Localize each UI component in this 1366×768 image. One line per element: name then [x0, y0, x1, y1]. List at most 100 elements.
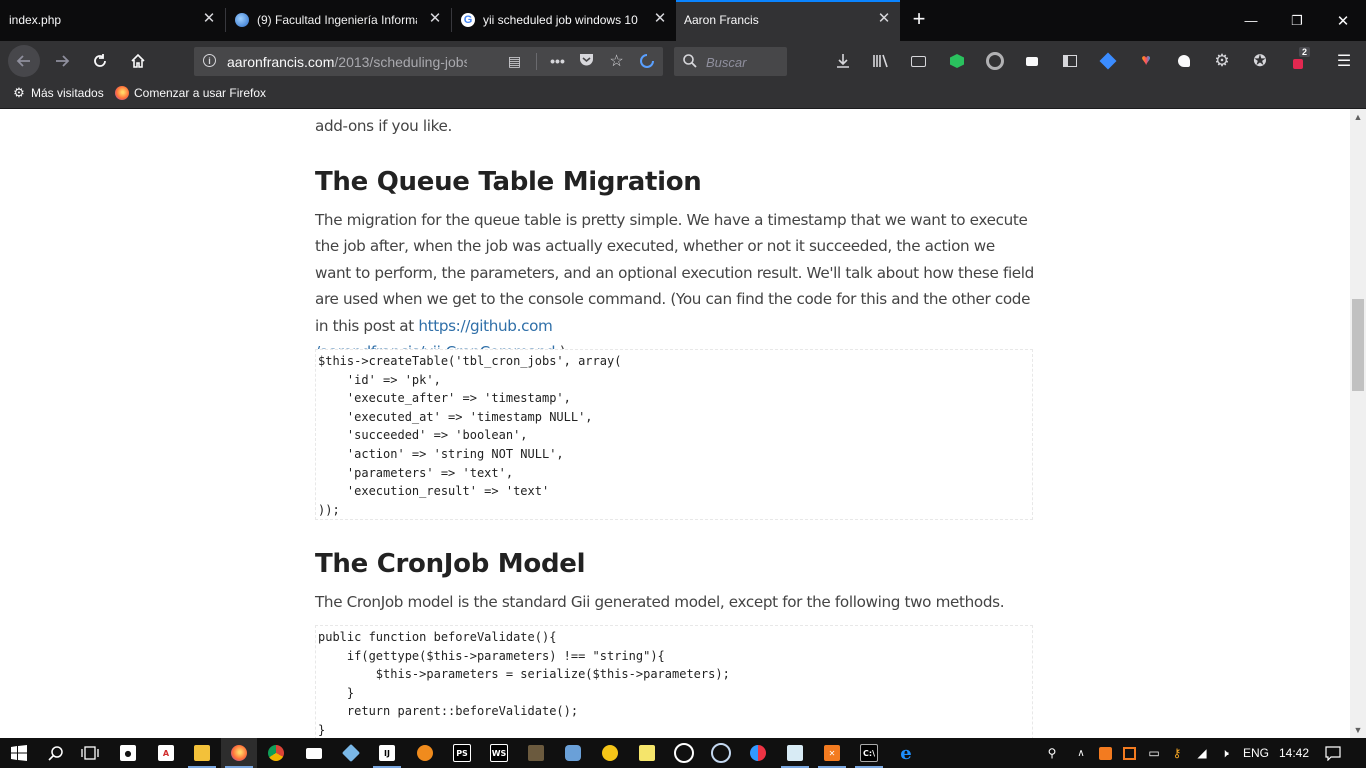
cronjob-paragraph: The CronJob model is the standard Gii ge… [315, 593, 1005, 611]
chevron-up-icon[interactable]: ∧ [1072, 738, 1090, 768]
scroll-thumb[interactable] [1352, 299, 1364, 391]
xampp-tray-icon[interactable] [1096, 738, 1114, 768]
url-text[interactable]: aaronfrancis.com/2013/scheduling-jobs [227, 54, 467, 70]
screenshot-extension-icon[interactable] [908, 51, 928, 71]
cog-extension-icon[interactable]: ✪ [1250, 51, 1270, 71]
pocket-icon[interactable] [578, 53, 595, 70]
library-icon[interactable] [871, 51, 891, 71]
edge-icon: e [900, 742, 912, 764]
windows-logo-icon [11, 745, 27, 761]
close-icon[interactable]: ✕ [652, 11, 668, 27]
code-block-model: public function beforeValidate(){ if(get… [315, 625, 1033, 738]
search-bar[interactable]: Buscar [674, 47, 787, 76]
bookmark-most-visited[interactable]: ⚙ Más visitados [12, 85, 104, 100]
taskbar-camera[interactable]: ● [110, 738, 146, 768]
link-icon [674, 743, 694, 763]
hamburger-menu-icon[interactable]: ☰ [1334, 51, 1354, 71]
home-button[interactable] [124, 47, 152, 75]
forward-button[interactable] [48, 47, 76, 75]
shield-icon[interactable] [947, 51, 967, 71]
mail-icon [306, 747, 322, 759]
close-icon[interactable]: ✕ [876, 11, 892, 27]
battery-icon[interactable]: ▭ [1144, 738, 1164, 768]
taskbar-webstorm[interactable]: WS [481, 738, 517, 768]
taskbar-firefox[interactable] [221, 738, 257, 768]
taskbar-acrobat[interactable]: A [148, 738, 184, 768]
taskbar-ball-app[interactable] [740, 738, 776, 768]
taskbar-link-app[interactable] [666, 738, 702, 768]
info-icon[interactable]: i [203, 54, 216, 67]
taskbar-remote-app[interactable] [703, 738, 739, 768]
gem-extension-icon[interactable] [1098, 51, 1118, 71]
window-close-button[interactable]: ✕ [1320, 0, 1366, 41]
extension-icon[interactable] [638, 53, 655, 70]
reader-view-icon[interactable]: ▤ [506, 53, 523, 70]
taskbar-edge[interactable]: e [888, 738, 924, 768]
home-icon [131, 53, 145, 68]
taskbar-intellij[interactable]: IJ [369, 738, 405, 768]
taskbar-file-explorer[interactable] [184, 738, 220, 768]
navigation-toolbar: i aaronfrancis.com/2013/scheduling-jobs … [0, 41, 1366, 81]
taskbar-window-app[interactable] [777, 738, 813, 768]
wifi-icon[interactable]: ◢ [1192, 738, 1212, 768]
url-bar[interactable]: i aaronfrancis.com/2013/scheduling-jobs … [194, 47, 663, 76]
acrobat-icon: A [158, 745, 174, 761]
intro-tail: add-ons if you like. [315, 117, 452, 135]
vertical-scrollbar[interactable]: ▲ ▼ [1350, 109, 1366, 738]
scroll-down-arrow-icon[interactable]: ▼ [1350, 722, 1366, 738]
clock[interactable]: 14:42 [1274, 738, 1314, 768]
notifications-extension-icon[interactable]: 2 [1288, 47, 1311, 71]
taskbar-photos[interactable] [592, 738, 628, 768]
notification-center-icon[interactable] [1320, 738, 1346, 768]
volume-icon[interactable]: 🕨 [1214, 738, 1236, 768]
task-view-button[interactable] [72, 738, 108, 768]
tab-google-search[interactable]: G yii scheduled job windows 10 ✕ [452, 0, 676, 41]
ring-extension-icon[interactable] [985, 51, 1005, 71]
puzzle-extension-icon[interactable] [1174, 51, 1194, 71]
reload-button[interactable] [86, 47, 114, 75]
close-icon[interactable]: ✕ [201, 11, 217, 27]
tab-facultad[interactable]: (9) Facultad Ingeniería Informá ✕ [226, 0, 451, 41]
github-link[interactable]: https://github.com [418, 317, 552, 335]
section-heading-cronjob-model: The CronJob Model [315, 549, 586, 579]
back-button[interactable] [8, 45, 40, 77]
language-indicator[interactable]: ENG [1240, 738, 1272, 768]
sidebar-icon[interactable] [1060, 51, 1080, 71]
tab-strip: index.php ✕ (9) Facultad Ingeniería Info… [0, 0, 1366, 41]
intellij-icon: IJ [379, 745, 395, 761]
bookmark-getting-started[interactable]: Comenzar a usar Firefox [115, 86, 266, 100]
tab-index-php[interactable]: index.php ✕ [0, 0, 225, 41]
taskbar-mysql-workbench[interactable] [555, 738, 591, 768]
close-icon[interactable]: ✕ [427, 11, 443, 27]
key-tray-icon[interactable]: ⚷ [1168, 738, 1186, 768]
search-button[interactable] [38, 738, 74, 768]
taskbar-mail[interactable] [296, 738, 332, 768]
taskbar-sublime[interactable] [518, 738, 554, 768]
gear-icon[interactable]: ⚙ [1212, 51, 1232, 71]
page-actions-icon[interactable]: ••• [549, 53, 566, 70]
chrome-icon [268, 745, 284, 761]
taskbar-phpstorm[interactable]: PS [444, 738, 480, 768]
tab-title: index.php [9, 13, 62, 27]
migration-paragraph: The migration for the queue table is pre… [315, 207, 1035, 365]
taskbar-3d-box[interactable] [333, 738, 369, 768]
taskbar-chrome[interactable] [258, 738, 294, 768]
taskbar-xampp[interactable]: ✕ [814, 738, 850, 768]
new-tab-button[interactable]: + [908, 8, 930, 31]
url-separator [536, 53, 537, 70]
scroll-up-arrow-icon[interactable]: ▲ [1350, 109, 1366, 125]
download-icon[interactable] [833, 51, 853, 71]
heart-extension-icon[interactable]: ♥ [1136, 51, 1156, 71]
task-view-icon [81, 746, 99, 760]
tab-aaron-francis[interactable]: Aaron Francis ✕ [676, 0, 900, 41]
html-tray-icon[interactable] [1120, 738, 1138, 768]
bookmark-star-icon[interactable]: ☆ [608, 53, 625, 70]
taskbar-orange-app[interactable] [407, 738, 443, 768]
people-icon[interactable]: ⚲ [1042, 738, 1062, 768]
camera-extension-icon[interactable] [1022, 51, 1042, 71]
minimize-button[interactable]: — [1228, 0, 1274, 41]
restore-button[interactable]: ❐ [1274, 0, 1320, 41]
taskbar-sticky-notes[interactable] [629, 738, 665, 768]
start-button[interactable] [0, 738, 38, 768]
taskbar-cmd[interactable]: C:\ [851, 738, 887, 768]
